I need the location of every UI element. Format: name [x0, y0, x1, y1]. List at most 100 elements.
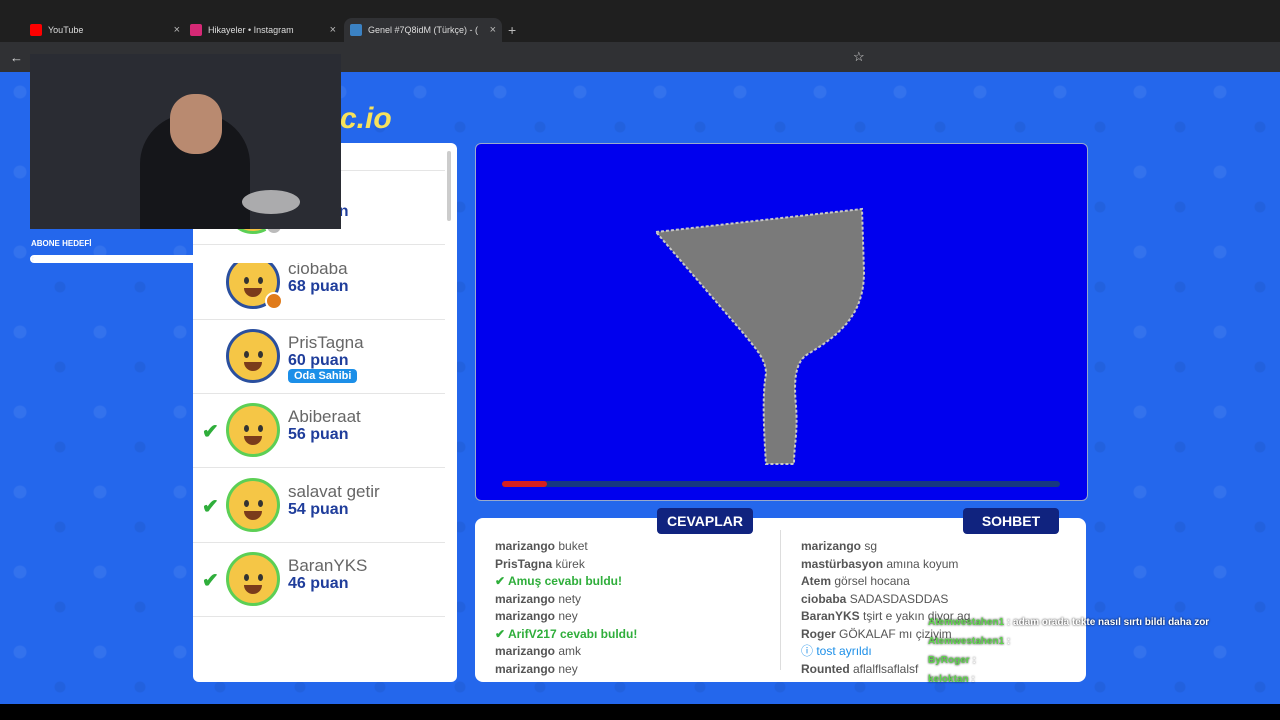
player-name: PrisTagna	[288, 332, 364, 352]
chat-user: marizango	[801, 539, 862, 553]
close-icon[interactable]: ×	[330, 24, 336, 36]
avatar	[226, 477, 280, 532]
avatar	[226, 403, 280, 458]
stream-chat-overlay: Atemwestahen1 : adam orada tekte nasıl s…	[928, 613, 1228, 689]
chat-text: nety	[555, 591, 582, 606]
drawing-canvas[interactable]	[475, 143, 1088, 501]
check-icon: ✔	[202, 495, 219, 518]
chat-line: marizango nety	[495, 591, 765, 609]
instagram-icon	[190, 24, 202, 36]
chat-user: marizango	[495, 591, 556, 606]
chat-user: marizango	[495, 644, 556, 658]
player-score: 68 puan	[288, 277, 349, 295]
check-icon: ✔	[495, 574, 508, 588]
info-icon: ⓘ	[801, 644, 817, 658]
chat-text: ayrıldı	[835, 644, 872, 658]
chat-user: Atem	[801, 574, 832, 588]
player-name: Abiberaat	[288, 407, 361, 427]
chat-user: tost	[816, 644, 836, 658]
chat-text: amına koyum	[883, 556, 959, 571]
tab-answers[interactable]: CEVAPLAR	[657, 508, 753, 534]
chat-line: marizango ney	[495, 661, 765, 679]
game-logo: c.io	[340, 102, 392, 135]
avatar	[226, 551, 280, 606]
close-icon[interactable]: ×	[490, 24, 496, 36]
tab-instagram[interactable]: Hikayeler • Instagram ×	[190, 18, 336, 42]
chat-user: ArifV217	[507, 626, 557, 641]
overlay-chat-user: Atemwestahen1	[928, 617, 1005, 628]
room-owner-badge: Oda Sahibi	[288, 368, 358, 383]
player-row[interactable]: PrisTagna 60 puan Oda Sahibi	[193, 321, 445, 394]
answers-list: marizango buket PrisTagna kürek ✔ Amuş cev…	[495, 538, 765, 678]
chat-user: ciobaba	[801, 591, 847, 606]
streamer-head	[170, 94, 222, 154]
chat-text: sg	[861, 539, 878, 553]
chat-line: Atem görsel hocana	[801, 573, 1071, 591]
streamer-webcam	[30, 54, 341, 229]
star-icon[interactable]: ☆	[853, 49, 865, 65]
tab-title: Genel #7Q8idM (Türkçe) - (	[368, 25, 479, 35]
overlay-chat-user: keloktan	[928, 674, 969, 685]
chat-user: BaranYKS	[801, 609, 860, 623]
chat-line: ciobaba SADASDASDDAS	[801, 591, 1071, 609]
chat-line: PrisTagna kürek	[495, 556, 765, 574]
chat-user: Rounted	[801, 661, 850, 676]
tab-chat[interactable]: SOHBET	[963, 508, 1059, 534]
youtube-icon	[30, 24, 42, 36]
overlay-chat-message: ByRoger :	[928, 651, 1228, 670]
chat-line: ✔ ArifV217 cevabı buldu!	[495, 626, 765, 644]
chat-text: aflalflsaflalsf	[849, 661, 919, 676]
taskbar	[0, 704, 1280, 720]
chat-user: Roger	[801, 626, 836, 641]
player-name: salavat getir	[288, 481, 380, 501]
close-icon[interactable]: ×	[174, 24, 180, 36]
drawing	[654, 207, 866, 465]
overlay-chat-text: :	[968, 674, 975, 685]
subscriber-goal-fill	[32, 257, 327, 261]
player-score: 60 puan	[288, 351, 349, 369]
chat-line: ✔ Amuş cevabı buldu!	[495, 573, 765, 591]
chat-line: marizango buket	[495, 538, 765, 556]
chat-user: PrisTagna	[495, 556, 553, 571]
chat-text: buket	[555, 539, 588, 553]
chat-text: görsel hocana	[831, 574, 910, 588]
avatar	[226, 328, 280, 383]
chat-text: amk	[555, 644, 582, 658]
overlay-chat-message: Atemwestahen1 : adam orada tekte nasıl s…	[928, 613, 1228, 632]
overlay-chat-message: Atemwestahen1 :	[928, 632, 1228, 651]
check-icon: ✔	[202, 421, 219, 444]
player-score: 56 puan	[288, 426, 349, 444]
chat-user: marizango	[495, 609, 556, 623]
panel-divider	[780, 530, 781, 670]
chat-text: kürek	[552, 556, 585, 571]
player-list-scrollbar[interactable]	[447, 151, 451, 221]
chat-text: SADASDASDDAS	[846, 591, 949, 606]
player-row[interactable]: ✔ Abiberaat 56 puan	[193, 395, 445, 469]
check-icon: ✔	[495, 626, 508, 641]
overlay-chat-text: :	[1004, 636, 1011, 647]
back-icon[interactable]: ←	[10, 50, 23, 65]
new-tab-icon[interactable]: +	[508, 22, 516, 38]
overlay-chat-text: :	[969, 655, 976, 666]
tab-game[interactable]: Genel #7Q8idM (Türkçe) - ( ×	[344, 18, 502, 42]
chat-user: mastürbasyon	[801, 556, 884, 571]
round-timer-bar	[502, 481, 1060, 487]
chat-line: marizango sg	[801, 538, 1071, 556]
chat-text: cevabı buldu!	[556, 626, 638, 641]
chat-line: marizango amk	[495, 643, 765, 661]
player-name: BaranYKS	[288, 555, 368, 575]
tab-youtube[interactable]: YouTube ×	[30, 18, 180, 42]
gartic-icon	[350, 24, 362, 36]
player-row[interactable]: ✔ BaranYKS 46 puan	[193, 544, 445, 617]
subscriber-goal-bar	[30, 255, 335, 263]
check-icon: ✔	[202, 569, 219, 592]
round-timer-fill	[502, 481, 547, 487]
chat-text: ney	[555, 609, 578, 623]
player-row[interactable]: ✔ salavat getir 54 puan	[193, 470, 445, 543]
chat-user: marizango	[495, 539, 556, 553]
tab-title: YouTube	[48, 25, 84, 35]
dvd-logo	[242, 190, 300, 214]
drawn-shape	[654, 207, 866, 465]
overlay-chat-message: keloktan :	[928, 670, 1228, 689]
browser-tab-bar: YouTube × Hikayeler • Instagram × Genel …	[0, 0, 1280, 42]
